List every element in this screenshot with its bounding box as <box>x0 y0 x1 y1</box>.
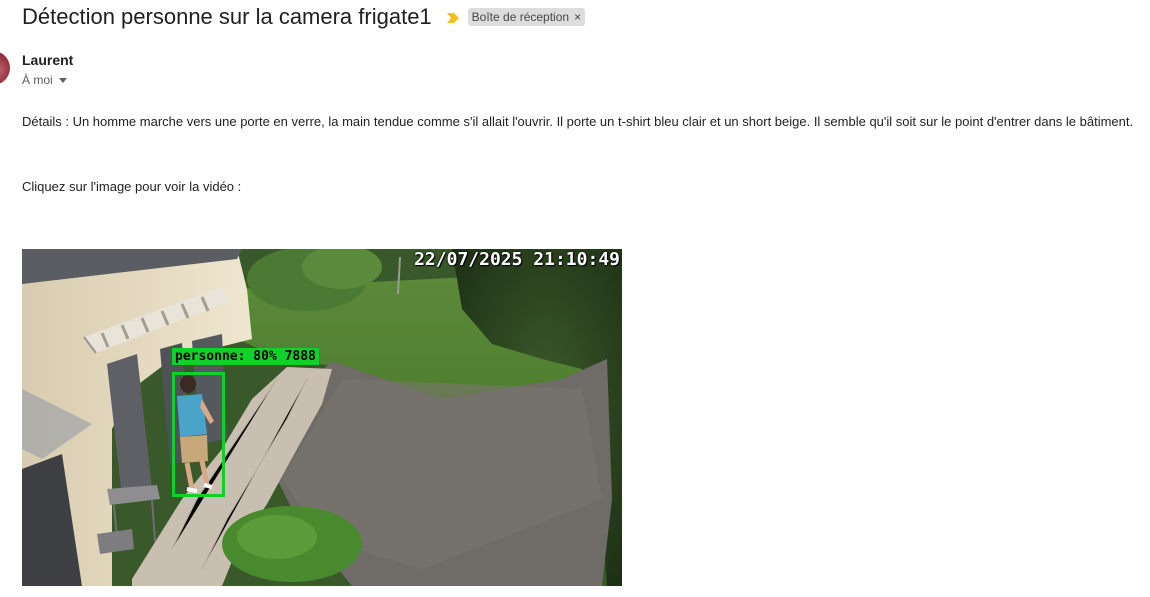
recipient-text: À moi <box>22 73 53 87</box>
sender-avatar[interactable] <box>0 51 10 85</box>
detection-bounding-box <box>172 372 225 497</box>
recipient-line[interactable]: À moi <box>22 73 67 87</box>
video-call-to-action: Cliquez sur l'image pour voir la vidéo : <box>22 179 242 194</box>
sender-name[interactable]: Laurent <box>22 52 73 68</box>
inbox-label-chip[interactable]: Boîte de réception × <box>467 8 586 26</box>
email-details: Détails : Un homme marche vers une porte… <box>22 114 1134 129</box>
email-subject: Détection personne sur la camera frigate… <box>22 4 432 29</box>
detection-label: personne: 80% 7888 <box>172 348 319 365</box>
remove-label-icon[interactable]: × <box>574 11 581 23</box>
inbox-label-text: Boîte de réception <box>471 10 570 24</box>
subject-row: Détection personne sur la camera frigate… <box>22 3 586 31</box>
camera-snapshot-image <box>22 249 622 586</box>
email-view: Détection personne sur la camera frigate… <box>0 0 1150 597</box>
snapshot-timestamp: 22/07/2025 21:10:49 <box>414 249 620 270</box>
camera-snapshot-link[interactable]: 22/07/2025 21:10:49 personne: 80% 7888 <box>22 249 622 586</box>
caret-down-icon[interactable] <box>58 77 67 83</box>
importance-marker-icon[interactable] <box>446 11 460 23</box>
